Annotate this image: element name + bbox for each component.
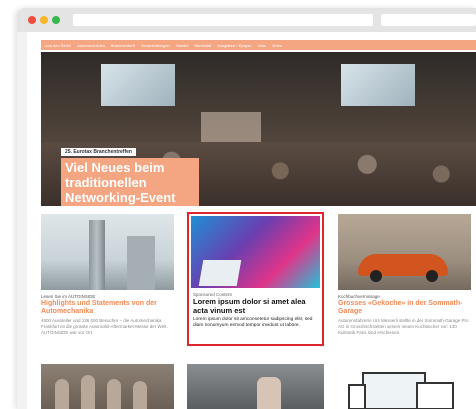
laptop-image — [198, 260, 242, 286]
sponsored-title[interactable]: Lorem ipsum dolor si amet alea acta vinu… — [193, 297, 319, 315]
person-image — [257, 377, 281, 409]
nav-item[interactable]: Automechanika — [77, 43, 105, 48]
person-image — [133, 381, 147, 409]
building-image — [127, 236, 155, 290]
nav-item[interactable]: Handel — [176, 43, 189, 48]
article-image — [338, 214, 471, 290]
person-image — [81, 375, 95, 409]
article-image[interactable] — [338, 364, 471, 409]
article-title[interactable]: Highlights und Statements von der Autome… — [41, 300, 174, 316]
browser-titlebar — [17, 8, 476, 32]
minimize-window-icon[interactable] — [40, 16, 48, 24]
search-bar[interactable] — [381, 14, 476, 26]
wheel-image — [370, 270, 382, 282]
hero-title[interactable]: Viel Neues beim traditionellen Networkin… — [61, 158, 199, 206]
nav-item[interactable]: Jobs — [257, 43, 265, 48]
article-image — [41, 214, 174, 290]
nav-item[interactable]: Ausgaben / Epaper — [217, 43, 251, 48]
stage-screen-image — [101, 64, 175, 106]
close-window-icon[interactable] — [28, 16, 36, 24]
stage-screen-image — [341, 64, 415, 106]
article-image[interactable] — [187, 364, 324, 409]
article-title[interactable]: Grosses «Gekoche» in der Sommath-Garage — [338, 300, 471, 316]
nav-item[interactable]: Branchentreff — [111, 43, 135, 48]
hero-teaser[interactable]: 25. Eurotax Branchentreffen Viel Neues b… — [41, 52, 476, 206]
web-page: Aus den Reihe Automechanika Branchentref… — [27, 32, 476, 409]
sponsored-teaser: Lorem ipsum dolor sit amconsetetur sadip… — [193, 317, 313, 328]
address-bar[interactable] — [73, 14, 373, 26]
browser-window: Aus den Reihe Automechanika Branchentref… — [17, 8, 476, 409]
sponsored-image — [191, 216, 320, 288]
nav-item[interactable]: Werkstatt — [194, 43, 211, 48]
nav-item[interactable]: Aus den Reihe — [45, 43, 71, 48]
phone-image — [348, 384, 366, 409]
article-teaser: 4800 Aussteller und 136 000 Besucher – d… — [41, 318, 168, 335]
tower-image — [89, 220, 105, 290]
maximize-window-icon[interactable] — [52, 16, 60, 24]
stage-image — [201, 112, 261, 142]
nav-item[interactable]: Video — [272, 43, 282, 48]
hero-kicker: 25. Eurotax Branchentreffen — [61, 148, 136, 156]
article-image[interactable] — [41, 364, 174, 409]
article-card[interactable]: Kochbuchvernissage Grosses «Gekoche» in … — [338, 214, 471, 356]
article-kicker: Lesen Sie im AUTOINSIDE — [41, 294, 96, 299]
wheel-image — [426, 270, 438, 282]
sponsored-card[interactable]: Sponsored Content Lorem ipsum dolor si a… — [187, 212, 324, 346]
person-image — [55, 379, 69, 409]
nav-item[interactable]: Veranstaltungen — [141, 43, 170, 48]
tablet-image — [416, 382, 454, 409]
article-kicker: Kochbuchvernissage — [338, 294, 380, 299]
main-navigation: Aus den Reihe Automechanika Branchentref… — [41, 40, 476, 50]
person-image — [107, 379, 121, 409]
article-teaser: Autorennfahrerin Urs Messerli stellte in… — [338, 318, 469, 335]
article-card[interactable]: Lesen Sie im AUTOINSIDE Highlights und S… — [41, 214, 174, 356]
